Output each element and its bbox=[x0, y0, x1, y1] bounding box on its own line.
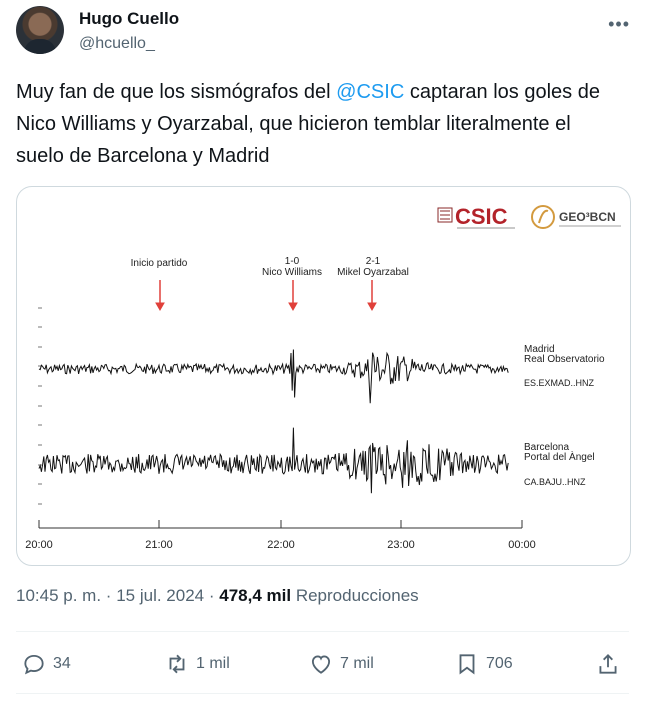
avatar[interactable] bbox=[16, 6, 64, 54]
retweet-button[interactable]: 1 mil bbox=[164, 642, 230, 686]
station-place-madrid: Real Observatorio bbox=[524, 354, 605, 365]
tweet-date[interactable]: 15 jul. 2024 bbox=[116, 586, 204, 605]
like-icon bbox=[311, 655, 331, 674]
reply-button[interactable]: 34 bbox=[21, 642, 71, 686]
author-handle[interactable]: @hcuello_ bbox=[79, 35, 155, 53]
station-code-barcelona: CA.BAJU..HNZ bbox=[524, 477, 586, 487]
retweet-count: 1 mil bbox=[196, 655, 230, 672]
time-tick-4: 00:00 bbox=[508, 539, 536, 551]
more-icon[interactable]: ••• bbox=[608, 14, 630, 35]
retweet-icon bbox=[169, 654, 185, 674]
reply-count: 34 bbox=[53, 655, 71, 672]
bookmark-button[interactable]: 706 bbox=[454, 642, 513, 686]
tweet-text: Muy fan de que los sismógrafos del @CSIC… bbox=[16, 76, 616, 172]
divider bbox=[16, 693, 629, 694]
media-image[interactable]: CSIC GEO³BCN Inicio partido 1-0 Nico Wil… bbox=[16, 186, 631, 566]
time-tick-0: 20:00 bbox=[25, 539, 53, 551]
event-label-start: Inicio partido bbox=[131, 258, 188, 269]
view-count: 478,4 mil bbox=[219, 586, 292, 605]
geo-bcn-text: GEO³BCN bbox=[559, 210, 616, 224]
like-button[interactable]: 7 mil bbox=[308, 642, 374, 686]
time-tick-3: 23:00 bbox=[387, 539, 415, 551]
share-icon bbox=[599, 654, 617, 674]
waveform-barcelona bbox=[38, 427, 509, 494]
author-name[interactable]: Hugo Cuello bbox=[79, 9, 179, 29]
bookmark-icon bbox=[459, 654, 475, 675]
geo-bcn-logo: GEO³BCN bbox=[531, 205, 621, 229]
tweet-header: Hugo Cuello @hcuello_ ••• bbox=[16, 4, 636, 60]
mention-link[interactable]: @CSIC bbox=[336, 81, 404, 103]
tweet-time[interactable]: 10:45 p. m. bbox=[16, 586, 101, 605]
event-sublabel-goal1: Nico Williams bbox=[262, 267, 322, 278]
event-arrows bbox=[155, 280, 377, 312]
divider bbox=[16, 631, 629, 632]
csic-logo-text: CSIC bbox=[455, 204, 508, 229]
share-button[interactable] bbox=[595, 642, 621, 686]
time-tick-1: 21:00 bbox=[145, 539, 173, 551]
event-label-goal2: 2-1 bbox=[366, 256, 381, 267]
station-place-barcelona: Portal del Àngel bbox=[524, 450, 595, 463]
seismogram-figure: CSIC GEO³BCN Inicio partido 1-0 Nico Wil… bbox=[25, 204, 621, 551]
station-code-madrid: ES.EXMAD..HNZ bbox=[524, 378, 595, 388]
tweet-text-part: Muy fan de que los sismógrafos del bbox=[16, 81, 337, 103]
tweet-meta: 10:45 p. m. · 15 jul. 2024 · 478,4 mil R… bbox=[16, 586, 419, 606]
bookmark-count: 706 bbox=[486, 655, 513, 672]
action-bar: 34 1 mil 7 mil 706 bbox=[16, 642, 629, 686]
waveform-madrid bbox=[38, 349, 509, 404]
like-count: 7 mil bbox=[340, 655, 374, 672]
event-label-goal1: 1-0 bbox=[285, 256, 300, 267]
time-tick-2: 22:00 bbox=[267, 539, 295, 551]
meta-separator: · bbox=[105, 586, 112, 605]
csic-logo: CSIC bbox=[437, 204, 515, 229]
reply-icon bbox=[24, 654, 44, 675]
meta-separator: · bbox=[208, 586, 215, 605]
time-axis bbox=[38, 520, 523, 529]
views-label: Reproducciones bbox=[295, 586, 419, 605]
event-sublabel-goal2: Mikel Oyarzabal bbox=[337, 267, 409, 278]
